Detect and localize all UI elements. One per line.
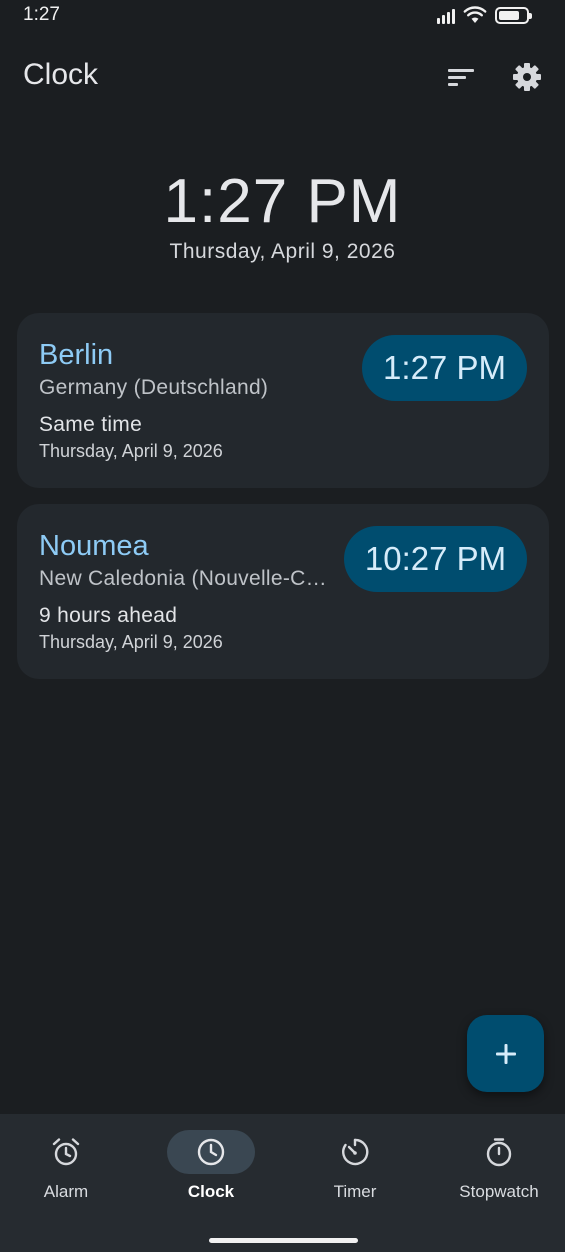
- sort-icon: [448, 69, 474, 86]
- city-name: Berlin: [39, 339, 114, 371]
- status-icons: [437, 6, 532, 24]
- current-date: Thursday, April 9, 2026: [169, 240, 396, 263]
- settings-button[interactable]: [506, 56, 548, 98]
- city-name: Noumea: [39, 530, 149, 562]
- current-time: 1:27 PM: [163, 167, 402, 236]
- alarm-icon: [52, 1138, 80, 1166]
- sort-button[interactable]: [440, 58, 482, 96]
- signal-icon: [437, 7, 455, 24]
- city-country: New Caledonia (Nouvelle-C…: [39, 567, 327, 590]
- add-city-button[interactable]: [467, 1015, 544, 1092]
- city-time-offset: 9 hours ahead: [39, 604, 178, 627]
- nav-item-alarm[interactable]: Alarm: [6, 1130, 126, 1210]
- gear-icon: [513, 63, 541, 91]
- nav-label: Stopwatch: [459, 1182, 539, 1201]
- home-indicator[interactable]: [209, 1238, 358, 1243]
- clock-icon: [197, 1138, 225, 1166]
- nav-item-clock[interactable]: Clock: [151, 1130, 271, 1210]
- city-time-offset: Same time: [39, 413, 143, 436]
- wifi-icon: [463, 6, 487, 23]
- nav-item-stopwatch[interactable]: Stopwatch: [439, 1130, 559, 1210]
- city-card-berlin[interactable]: Berlin Germany (Deutschland) Same time T…: [17, 313, 549, 488]
- nav-label: Alarm: [43, 1182, 89, 1201]
- timer-icon: [342, 1138, 369, 1166]
- city-country: Germany (Deutschland): [39, 376, 269, 399]
- status-bar: 1:27: [0, 0, 565, 32]
- nav-label: Timer: [333, 1182, 377, 1201]
- city-time-pill: 1:27 PM: [362, 335, 527, 401]
- city-date: Thursday, April 9, 2026: [39, 632, 223, 652]
- nav-item-timer[interactable]: Timer: [295, 1130, 415, 1210]
- page-title: Clock: [23, 58, 99, 91]
- stopwatch-icon: [486, 1138, 512, 1167]
- clock-app-screen: 1:27 Clock 1:27 PM Thursday, April 9, 20…: [0, 0, 565, 1252]
- battery-icon: [495, 6, 532, 24]
- status-time: 1:27: [23, 4, 60, 25]
- city-date: Thursday, April 9, 2026: [39, 441, 223, 461]
- bottom-navigation: Alarm Clock Timer Stopwatch: [0, 1114, 565, 1252]
- city-card-noumea[interactable]: Noumea New Caledonia (Nouvelle-C… 9 hour…: [17, 504, 549, 679]
- city-time-pill: 10:27 PM: [344, 526, 527, 592]
- nav-label: Clock: [187, 1182, 235, 1201]
- plus-icon: [495, 1043, 516, 1064]
